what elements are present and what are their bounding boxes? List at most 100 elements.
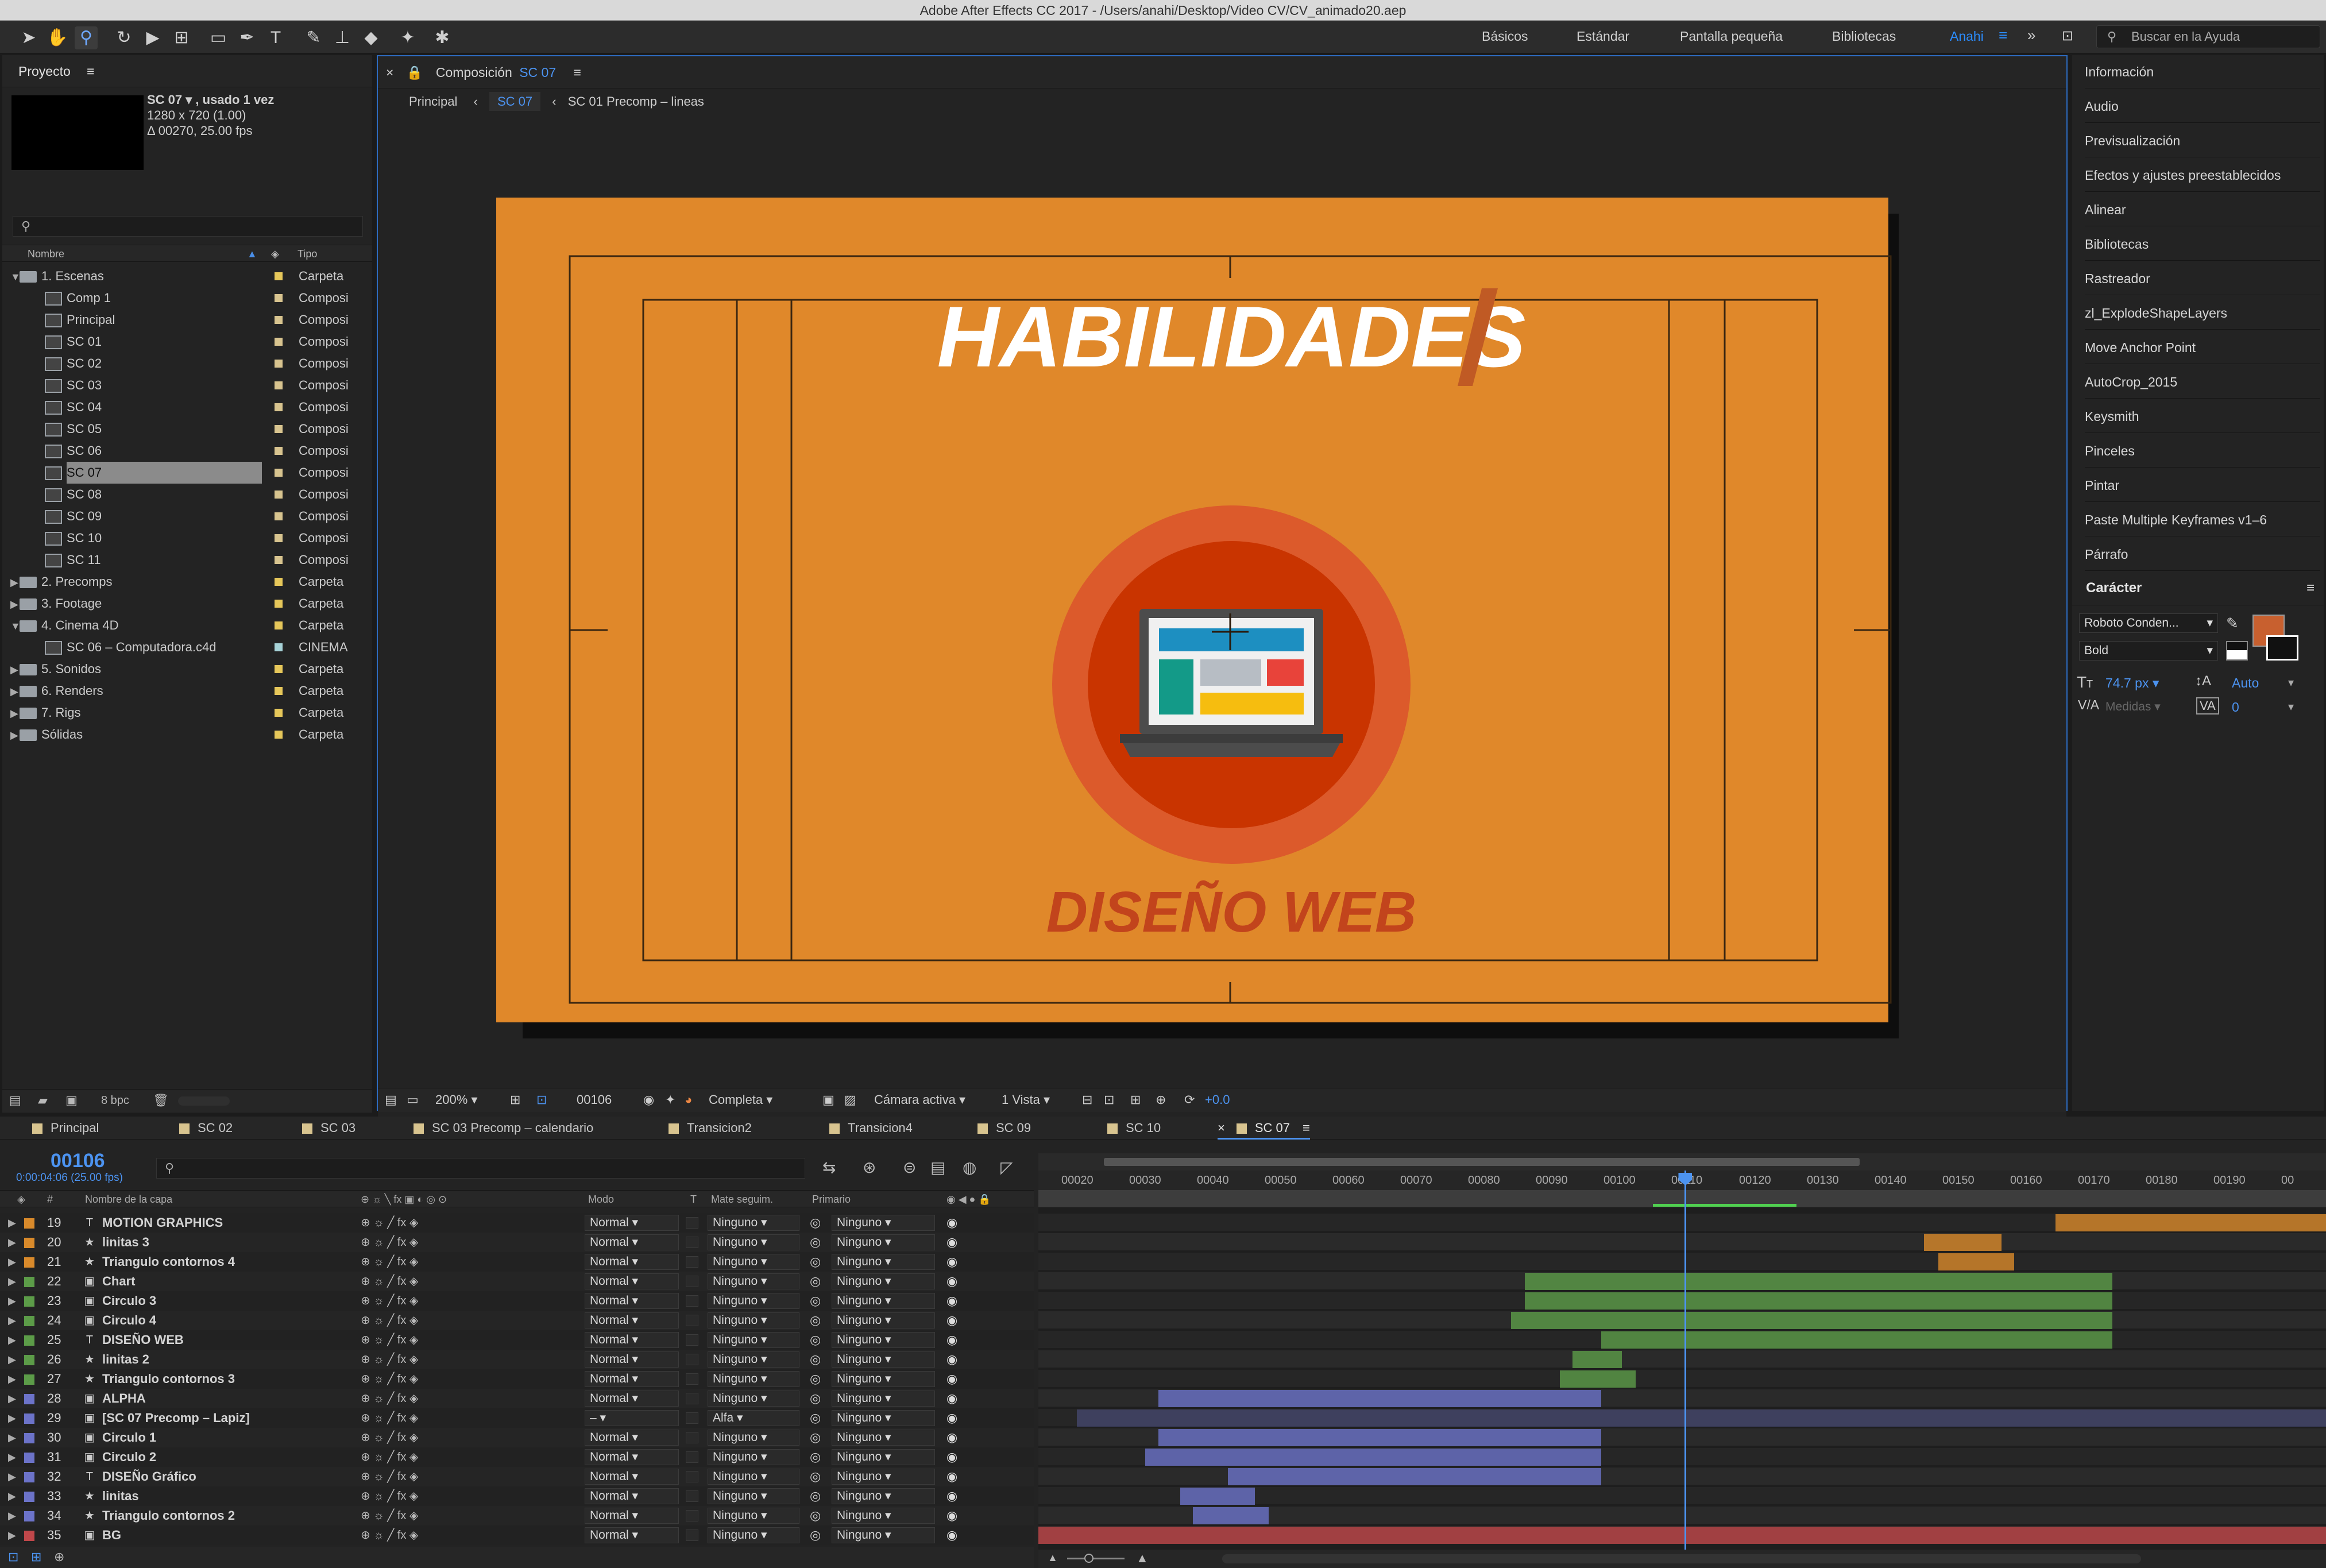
column-name-header[interactable]: Nombre [28, 245, 64, 262]
layer-name[interactable]: ALPHA [102, 1389, 146, 1408]
label-color-swatch[interactable] [275, 600, 283, 608]
visibility-eye-icon[interactable]: ◉ [946, 1369, 957, 1389]
layer-row[interactable]: ▶ 25 T DISEÑO WEB ⊕ ☼ ╱ fx ◈ Normal ▾ Ninguno … [0, 1330, 1034, 1350]
layer-switches[interactable]: ⊕ ☼ ╱ fx ◈ [361, 1369, 418, 1389]
label-color-swatch[interactable] [275, 469, 283, 477]
layer-switches[interactable]: ⊕ ☼ ╱ fx ◈ [361, 1506, 418, 1525]
visibility-eye-icon[interactable]: ◉ [946, 1486, 957, 1506]
parent-dropdown[interactable]: Ninguno ▾ [832, 1254, 935, 1270]
right-panel-item[interactable]: Pinceles [2085, 434, 2320, 468]
label-color-swatch[interactable] [275, 272, 283, 280]
layer-duration-bar[interactable] [1525, 1292, 2112, 1310]
parent-dropdown[interactable]: Ninguno ▾ [832, 1332, 935, 1348]
layer-name[interactable]: linitas 2 [102, 1350, 149, 1369]
track-matte-dropdown[interactable]: Ninguno ▾ [708, 1508, 799, 1524]
layer-name[interactable]: linitas 3 [102, 1233, 149, 1252]
track-matte-dropdown[interactable]: Ninguno ▾ [708, 1469, 799, 1485]
visibility-eye-icon[interactable]: ◉ [946, 1525, 957, 1545]
project-item[interactable]: SC 08 Composi [10, 484, 366, 505]
visibility-eye-icon[interactable]: ◉ [946, 1506, 957, 1525]
blend-mode-dropdown[interactable]: Normal ▾ [585, 1391, 679, 1407]
parent-dropdown[interactable]: Ninguno ▾ [832, 1371, 935, 1387]
project-item[interactable]: ▶ 6. Renders Carpeta [10, 680, 366, 702]
layer-name[interactable]: Circulo 2 [102, 1447, 156, 1467]
parent-dropdown[interactable]: Ninguno ▾ [832, 1527, 935, 1543]
layer-duration-bar[interactable] [1158, 1429, 1601, 1446]
layer-name[interactable]: Circulo 4 [102, 1311, 156, 1330]
timeline-tab[interactable]: SC 09 [977, 1117, 1031, 1140]
expand-arrow-right-icon[interactable]: ▶ [8, 1350, 16, 1369]
layer-row[interactable]: ▶ 19 T MOTION GRAPHICS ⊕ ☼ ╱ fx ◈ Normal ▾ Nin… [0, 1213, 1034, 1233]
project-item[interactable]: ▶ Sólidas Carpeta [10, 724, 366, 746]
mode-header[interactable]: Modo [588, 1191, 614, 1208]
layer-switches[interactable]: ⊕ ☼ ╱ fx ◈ [361, 1408, 418, 1428]
expand-arrow-right-icon[interactable]: ▶ [8, 1486, 16, 1506]
expand-arrow-right-icon[interactable]: ▶ [8, 1369, 16, 1389]
breadcrumb-principal[interactable]: Principal [409, 94, 457, 109]
t-header[interactable]: T [690, 1191, 697, 1208]
pickwhip-icon[interactable]: ◎ [810, 1486, 821, 1506]
pickwhip-icon[interactable]: ◎ [810, 1389, 821, 1408]
label-color-swatch[interactable] [275, 338, 283, 346]
timeline-tab[interactable]: Principal [32, 1117, 99, 1140]
layer-duration-bar[interactable] [1158, 1390, 1601, 1407]
preserve-transparency-toggle[interactable] [686, 1217, 698, 1229]
camera-dropdown[interactable]: Cámara activa ▾ [874, 1088, 965, 1111]
interpret-footage-icon[interactable]: ▤ [9, 1093, 21, 1108]
label-color-swatch[interactable] [275, 534, 283, 542]
expand-arrow-right-icon[interactable]: ▶ [8, 1233, 16, 1252]
layer-row[interactable]: ▶ 27 ★ Triangulo contornos 3 ⊕ ☼ ╱ fx ◈ Norma… [0, 1369, 1034, 1389]
track-matte-dropdown[interactable]: Ninguno ▾ [708, 1391, 799, 1407]
right-panel-item[interactable]: Keysmith [2085, 400, 2320, 433]
timeline-tab[interactable]: SC 03 [302, 1117, 356, 1140]
thumbnail-slider[interactable] [178, 1096, 230, 1106]
motion-blur-icon[interactable]: ◍ [963, 1158, 976, 1177]
track-matte-dropdown[interactable]: Ninguno ▾ [708, 1332, 799, 1348]
workspace-basicos[interactable]: Básicos [1482, 29, 1528, 44]
layer-duration-bar[interactable] [1572, 1351, 1622, 1368]
toggle-pixel-icon[interactable]: ⊟ [1082, 1088, 1092, 1111]
expand-arrow-right-icon[interactable]: ▶ [10, 571, 20, 593]
label-color-swatch[interactable] [275, 643, 283, 651]
layer-duration-bar[interactable] [1077, 1409, 2326, 1427]
matte-header[interactable]: Mate seguim. [711, 1191, 773, 1208]
layer-label-swatch[interactable] [24, 1296, 34, 1307]
preserve-transparency-toggle[interactable] [686, 1530, 698, 1541]
right-panel-item[interactable]: zl_ExplodeShapeLayers [2085, 296, 2320, 330]
label-color-swatch[interactable] [275, 360, 283, 368]
navigator-range[interactable] [1104, 1158, 1860, 1166]
project-item[interactable]: ▶ 3. Footage Carpeta [10, 593, 366, 615]
layer-name[interactable]: Circulo 3 [102, 1291, 156, 1311]
layer-name[interactable]: DISEÑO WEB [102, 1330, 184, 1350]
pickwhip-icon[interactable]: ◎ [810, 1350, 821, 1369]
track-matte-dropdown[interactable]: Ninguno ▾ [708, 1351, 799, 1368]
leading-dropdown-icon[interactable]: ▾ [2288, 675, 2294, 690]
pickwhip-icon[interactable]: ◎ [810, 1408, 821, 1428]
label-color-swatch[interactable] [275, 512, 283, 520]
track-matte-dropdown[interactable]: Ninguno ▾ [708, 1273, 799, 1289]
visibility-eye-icon[interactable]: ◉ [946, 1330, 957, 1350]
label-color-swatch[interactable] [275, 403, 283, 411]
rotate-tool-icon[interactable]: ↻ [113, 26, 136, 49]
project-item[interactable]: ▼ 1. Escenas Carpeta [10, 265, 366, 287]
visibility-eye-icon[interactable]: ◉ [946, 1291, 957, 1311]
project-item[interactable]: SC 06 Composi [10, 440, 366, 462]
more-workspaces-icon[interactable]: » [2027, 26, 2035, 44]
right-panel-item[interactable]: Previsualización [2085, 124, 2320, 157]
layer-row[interactable]: ▶ 20 ★ linitas 3 ⊕ ☼ ╱ fx ◈ Normal ▾ Ninguno ▾… [0, 1233, 1034, 1252]
blend-mode-dropdown[interactable]: – ▾ [585, 1410, 679, 1426]
new-folder-icon[interactable]: ▰ [38, 1093, 48, 1108]
new-comp-icon[interactable]: ▣ [65, 1093, 78, 1108]
blend-mode-dropdown[interactable]: Normal ▾ [585, 1215, 679, 1231]
expand-arrow-right-icon[interactable]: ▶ [8, 1330, 16, 1350]
layer-row[interactable]: ▶ 33 ★ linitas ⊕ ☼ ╱ fx ◈ Normal ▾ Ninguno ▾ ◎ N… [0, 1486, 1034, 1506]
expand-arrow-right-icon[interactable]: ▶ [8, 1506, 16, 1525]
layer-label-swatch[interactable] [24, 1453, 34, 1463]
parent-dropdown[interactable]: Ninguno ▾ [832, 1430, 935, 1446]
project-search-input[interactable]: ⚲ [13, 216, 363, 237]
layer-switches[interactable]: ⊕ ☼ ╱ fx ◈ [361, 1447, 418, 1467]
project-item[interactable]: ▶ 7. Rigs Carpeta [10, 702, 366, 724]
layer-name[interactable]: Triangulo contornos 4 [102, 1252, 235, 1272]
layer-name[interactable]: [SC 07 Precomp – Lapiz] [102, 1408, 250, 1428]
layer-duration-bar[interactable] [1145, 1449, 1601, 1466]
